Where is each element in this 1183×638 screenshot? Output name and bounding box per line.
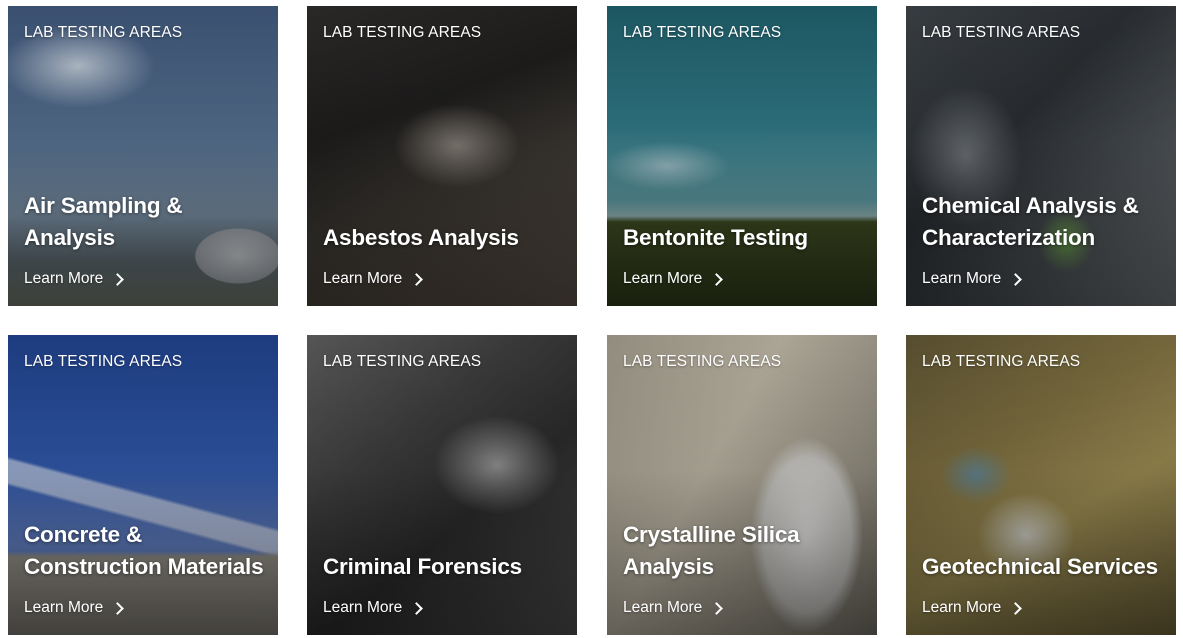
learn-more-label: Learn More xyxy=(323,599,403,616)
learn-more-label: Learn More xyxy=(323,270,403,287)
learn-more-label: Learn More xyxy=(922,599,1002,616)
learn-more-link[interactable]: Learn More xyxy=(24,599,125,617)
card-concrete-construction[interactable]: LAB TESTING AREAS Concrete & Constructio… xyxy=(8,335,278,635)
card-bentonite-testing[interactable]: LAB TESTING AREAS Bentonite Testing Lear… xyxy=(607,6,877,306)
card-title: Concrete & Construction Materials xyxy=(24,522,264,579)
lab-testing-areas-grid: LAB TESTING AREAS Air Sampling & Analysi… xyxy=(0,0,1183,638)
chevron-right-icon xyxy=(410,602,424,615)
learn-more-link[interactable]: Learn More xyxy=(323,270,424,288)
card-kicker: LAB TESTING AREAS xyxy=(24,24,183,41)
card-air-sampling[interactable]: LAB TESTING AREAS Air Sampling & Analysi… xyxy=(8,6,278,306)
card-kicker: LAB TESTING AREAS xyxy=(623,24,782,41)
card-title: Geotechnical Services xyxy=(922,554,1158,579)
card-kicker: LAB TESTING AREAS xyxy=(24,353,183,370)
chevron-right-icon xyxy=(111,273,125,286)
card-title: Air Sampling & Analysis xyxy=(24,193,183,250)
learn-more-link[interactable]: Learn More xyxy=(323,599,424,617)
card-kicker: LAB TESTING AREAS xyxy=(623,353,782,370)
chevron-right-icon xyxy=(710,602,724,615)
image-overlay xyxy=(607,6,877,306)
image-overlay xyxy=(607,335,877,635)
learn-more-label: Learn More xyxy=(623,270,703,287)
card-title: Crystalline Silica Analysis xyxy=(623,522,800,579)
card-title: Bentonite Testing xyxy=(623,225,808,250)
card-asbestos-analysis[interactable]: LAB TESTING AREAS Asbestos Analysis Lear… xyxy=(307,6,577,306)
learn-more-link[interactable]: Learn More xyxy=(623,270,724,288)
card-title: Chemical Analysis & Characterization xyxy=(922,193,1139,250)
image-overlay xyxy=(307,6,577,306)
image-overlay xyxy=(8,335,278,635)
chevron-right-icon xyxy=(111,602,125,615)
card-chemical-analysis[interactable]: LAB TESTING AREAS Chemical Analysis & Ch… xyxy=(906,6,1176,306)
image-overlay xyxy=(906,335,1176,635)
card-kicker: LAB TESTING AREAS xyxy=(922,24,1081,41)
card-geotechnical-services[interactable]: LAB TESTING AREAS Geotechnical Services … xyxy=(906,335,1176,635)
card-kicker: LAB TESTING AREAS xyxy=(323,353,482,370)
learn-more-label: Learn More xyxy=(623,599,703,616)
learn-more-label: Learn More xyxy=(24,599,104,616)
card-kicker: LAB TESTING AREAS xyxy=(922,353,1081,370)
learn-more-link[interactable]: Learn More xyxy=(623,599,724,617)
learn-more-link[interactable]: Learn More xyxy=(922,599,1023,617)
card-title: Criminal Forensics xyxy=(323,554,522,579)
learn-more-link[interactable]: Learn More xyxy=(24,270,125,288)
card-crystalline-silica[interactable]: LAB TESTING AREAS Crystalline Silica Ana… xyxy=(607,335,877,635)
chevron-right-icon xyxy=(410,273,424,286)
image-overlay xyxy=(8,6,278,306)
image-overlay xyxy=(906,6,1176,306)
card-title: Asbestos Analysis xyxy=(323,225,519,250)
learn-more-link[interactable]: Learn More xyxy=(922,270,1023,288)
image-overlay xyxy=(307,335,577,635)
card-kicker: LAB TESTING AREAS xyxy=(323,24,482,41)
chevron-right-icon xyxy=(710,273,724,286)
learn-more-label: Learn More xyxy=(922,270,1002,287)
chevron-right-icon xyxy=(1009,602,1023,615)
learn-more-label: Learn More xyxy=(24,270,104,287)
card-criminal-forensics[interactable]: LAB TESTING AREAS Criminal Forensics Lea… xyxy=(307,335,577,635)
chevron-right-icon xyxy=(1009,273,1023,286)
